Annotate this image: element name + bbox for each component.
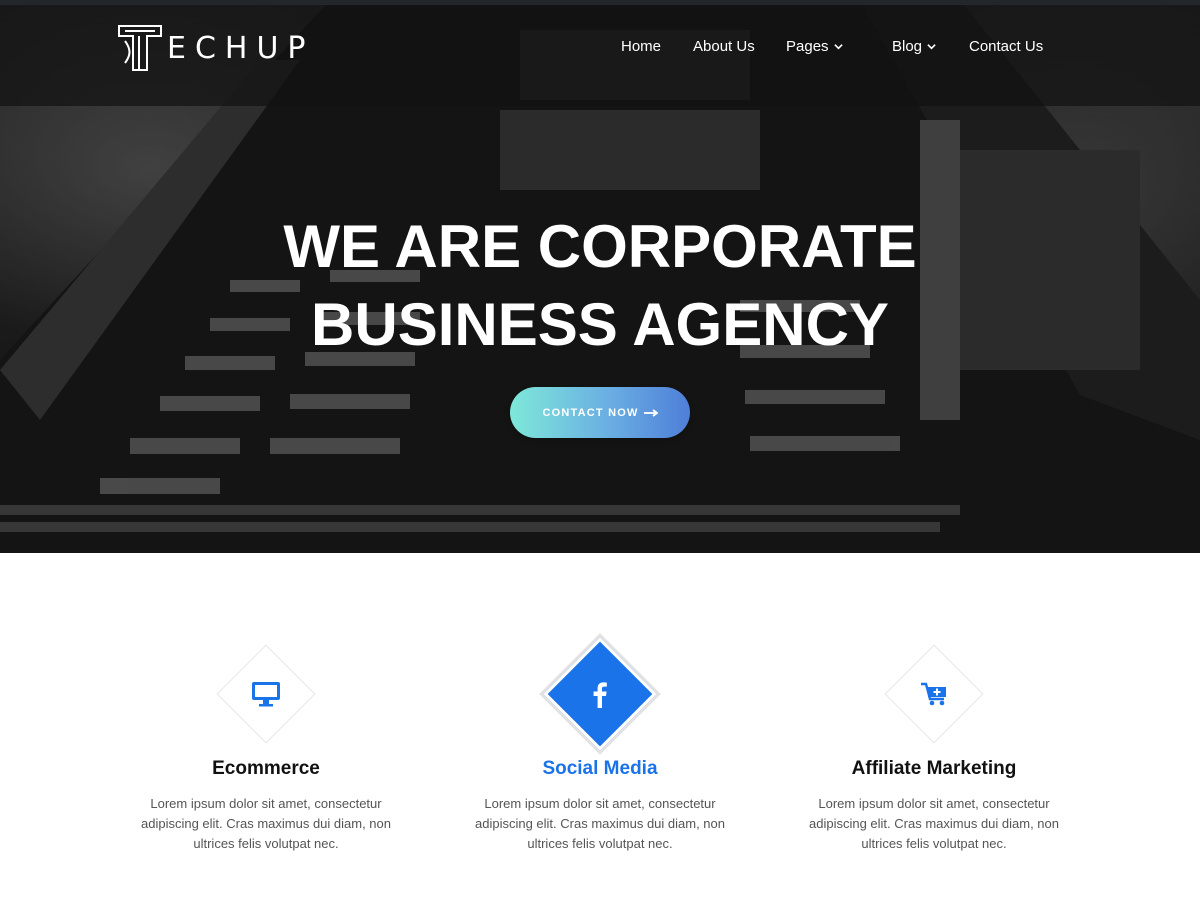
contact-now-button[interactable]: CONTACT NOW xyxy=(510,387,690,438)
site-logo[interactable]: ECHUP xyxy=(117,23,315,73)
nav-pages[interactable]: Pages xyxy=(786,38,843,55)
feature-social-media: Social Media Lorem ipsum dolor sit amet,… xyxy=(450,637,750,854)
feature-icon-wrapper xyxy=(784,640,1084,748)
feature-affiliate-marketing: Affiliate Marketing Lorem ipsum dolor si… xyxy=(784,640,1084,854)
feature-description: Lorem ipsum dolor sit amet, consectetur … xyxy=(475,796,725,851)
nav-contact-us-label: Contact Us xyxy=(969,38,1044,55)
nav-contact-us[interactable]: Contact Us xyxy=(969,38,1043,55)
nav-about-us-label: About Us xyxy=(693,38,755,55)
nav-home-label: Home xyxy=(621,38,662,55)
facebook-icon xyxy=(584,678,616,710)
arrow-right-icon xyxy=(643,408,658,417)
feature-icon-wrapper xyxy=(450,637,750,751)
logo-text: ECHUP xyxy=(167,30,315,66)
feature-title: Social Media xyxy=(542,758,658,779)
site-header: ECHUP Home About Us Pages Blog Contact U… xyxy=(0,5,1200,106)
nav-blog[interactable]: Blog xyxy=(892,38,936,55)
feature-title: Ecommerce xyxy=(212,758,320,779)
monitor-icon xyxy=(250,678,282,710)
feature-ecommerce: Ecommerce Lorem ipsum dolor sit amet, co… xyxy=(116,640,416,854)
hero-title-line-2: BUSINESS AGENCY xyxy=(311,291,889,358)
nav-home[interactable]: Home xyxy=(621,38,661,55)
nav-about-us[interactable]: About Us xyxy=(693,38,755,55)
feature-description: Lorem ipsum dolor sit amet, consectetur … xyxy=(809,796,1059,851)
contact-now-label: CONTACT NOW xyxy=(542,406,639,419)
nav-pages-label: Pages xyxy=(786,38,829,55)
hero-title-line-1: WE ARE CORPORATE xyxy=(283,213,917,280)
nav-blog-label: Blog xyxy=(892,38,923,55)
feature-description: Lorem ipsum dolor sit amet, consectetur … xyxy=(141,796,391,851)
hero-title: WE ARE CORPORATE BUSINESS AGENCY xyxy=(0,208,1200,364)
logo-t-mark-icon xyxy=(118,25,162,71)
chevron-down-icon xyxy=(927,44,936,50)
feature-title: Affiliate Marketing xyxy=(851,758,1017,779)
cart-add-icon xyxy=(918,678,950,710)
feature-icon-wrapper xyxy=(116,640,416,748)
chevron-down-icon xyxy=(833,44,843,50)
